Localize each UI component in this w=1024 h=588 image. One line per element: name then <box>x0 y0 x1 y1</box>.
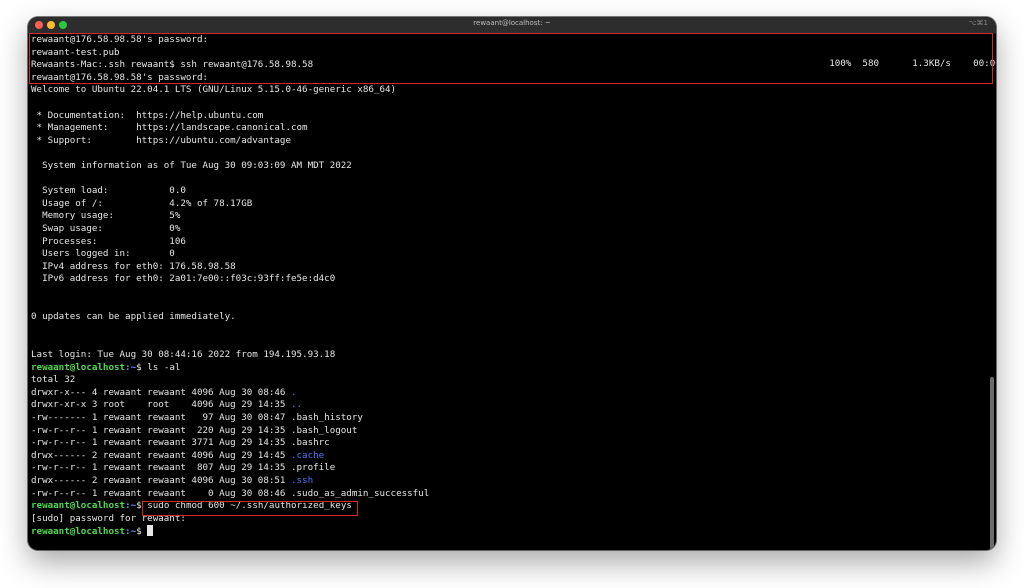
highlight-box-chmod-command <box>142 501 358 516</box>
file-name: .sudo_as_admin_successful <box>290 487 430 499</box>
file-meta: -rw------- 1 rewaant rewaant 97 Aug 30 0… <box>31 412 291 423</box>
terminal-window[interactable]: rewaant@localhost: ~ ⌥⌘1 100% 580 1.3KB/… <box>28 17 996 550</box>
title-bar[interactable]: rewaant@localhost: ~ ⌥⌘1 <box>28 17 996 34</box>
prompt-path: :~ <box>125 361 137 373</box>
file-meta: drwxr-x--- 4 rewaant rewaant 4096 Aug 30… <box>31 386 291 398</box>
prompt-line: rewaant@localhost:~$ <box>31 525 154 538</box>
output-line: Usage of /: 4.2% of 78.17GB <box>31 197 253 209</box>
prompt-user-host: rewaant@localhost <box>31 361 126 373</box>
file-meta: drwxr-xr-x 3 root root 4096 Aug 29 14:35 <box>31 399 291 411</box>
highlight-box-ssh-session <box>29 33 993 84</box>
ls-row: -rw-r--r-- 1 rewaant rewaant 3771 Aug 29… <box>31 437 330 450</box>
file-meta: -rw-r--r-- 1 rewaant rewaant 0 Aug 30 08… <box>31 487 291 499</box>
file-meta: -rw-r--r-- 1 rewaant rewaant 807 Aug 29 … <box>31 462 291 474</box>
output-line: Memory usage: 5% <box>31 210 181 222</box>
file-meta: -rw-r--r-- 1 rewaant rewaant 220 Aug 29 … <box>31 424 291 436</box>
output-line: IPv4 address for eth0: 176.58.98.58 <box>31 260 236 272</box>
directory-name: .ssh <box>290 475 314 486</box>
command-text: ls -al <box>147 361 181 373</box>
prompt-user-host: rewaant@localhost <box>31 500 126 512</box>
ls-row: drwxr-x--- 4 rewaant rewaant 4096 Aug 30… <box>31 387 297 400</box>
output-line: Welcome to Ubuntu 22.04.1 LTS (GNU/Linux… <box>31 84 397 96</box>
output-line: Users logged in: 0 <box>31 248 175 260</box>
output-line: * Support: https://ubuntu.com/advantage <box>31 134 291 146</box>
directory-name: . <box>290 386 297 398</box>
directory-name: .. <box>290 399 303 411</box>
prompt-line: rewaant@localhost:~$ ls -al <box>31 362 180 375</box>
ls-row: drwxr-xr-x 3 root root 4096 Aug 29 14:35… <box>31 399 302 412</box>
ls-row: drwx------ 2 rewaant rewaant 4096 Aug 29… <box>31 450 324 463</box>
window-shortcut-label: ⌥⌘1 <box>968 19 988 27</box>
output-line: Swap usage: 0% <box>31 223 181 234</box>
prompt-symbol: $ <box>136 526 142 538</box>
ls-row: -rw-r--r-- 1 rewaant rewaant 0 Aug 30 08… <box>31 488 429 501</box>
file-name: .bash_history <box>290 412 363 423</box>
output-line: IPv6 address for eth0: 2a01:7e00::f03c:9… <box>31 273 336 285</box>
output-line: Processes: 106 <box>31 235 186 247</box>
directory-name: .cache <box>290 449 325 461</box>
ls-row: -rw-r--r-- 1 rewaant rewaant 807 Aug 29 … <box>31 462 335 475</box>
file-meta: -rw-r--r-- 1 rewaant rewaant 3771 Aug 29… <box>31 437 291 449</box>
file-name: .profile <box>290 462 336 474</box>
output-line: System information as of Tue Aug 30 09:0… <box>31 160 352 171</box>
prompt-user-host: rewaant@localhost <box>31 526 126 538</box>
ls-row: drwx------ 2 rewaant rewaant 4096 Aug 30… <box>31 475 313 488</box>
window-title: rewaant@localhost: ~ <box>473 19 551 27</box>
prompt-path: :~ <box>125 500 137 512</box>
file-name: .bash_logout <box>290 424 358 436</box>
output-line: * Documentation: https://help.ubuntu.com <box>31 109 264 121</box>
output-line: total 32 <box>31 374 76 386</box>
prompt-symbol: $ <box>136 500 142 512</box>
output-line: * Management: https://landscape.canonica… <box>31 122 308 134</box>
ls-row: -rw-r--r-- 1 rewaant rewaant 220 Aug 29 … <box>31 425 357 438</box>
text-cursor[interactable] <box>147 525 154 537</box>
output-line: 0 updates can be applied immediately. <box>31 311 236 323</box>
file-meta: drwx------ 2 rewaant rewaant 4096 Aug 29… <box>31 449 291 461</box>
vertical-scrollbar[interactable] <box>990 377 994 550</box>
output-line: Last login: Tue Aug 30 08:44:16 2022 fro… <box>31 349 336 360</box>
prompt-symbol: $ <box>136 361 142 373</box>
output-line: System load: 0.0 <box>31 185 186 197</box>
ls-row: -rw------- 1 rewaant rewaant 97 Aug 30 0… <box>31 412 363 425</box>
file-name: .bashrc <box>290 437 330 449</box>
terminal-output[interactable]: 100% 580 1.3KB/s 00:00 rewaant@176.58.98… <box>31 34 996 546</box>
file-meta: drwx------ 2 rewaant rewaant 4096 Aug 30… <box>31 475 291 486</box>
prompt-path: :~ <box>125 526 137 538</box>
